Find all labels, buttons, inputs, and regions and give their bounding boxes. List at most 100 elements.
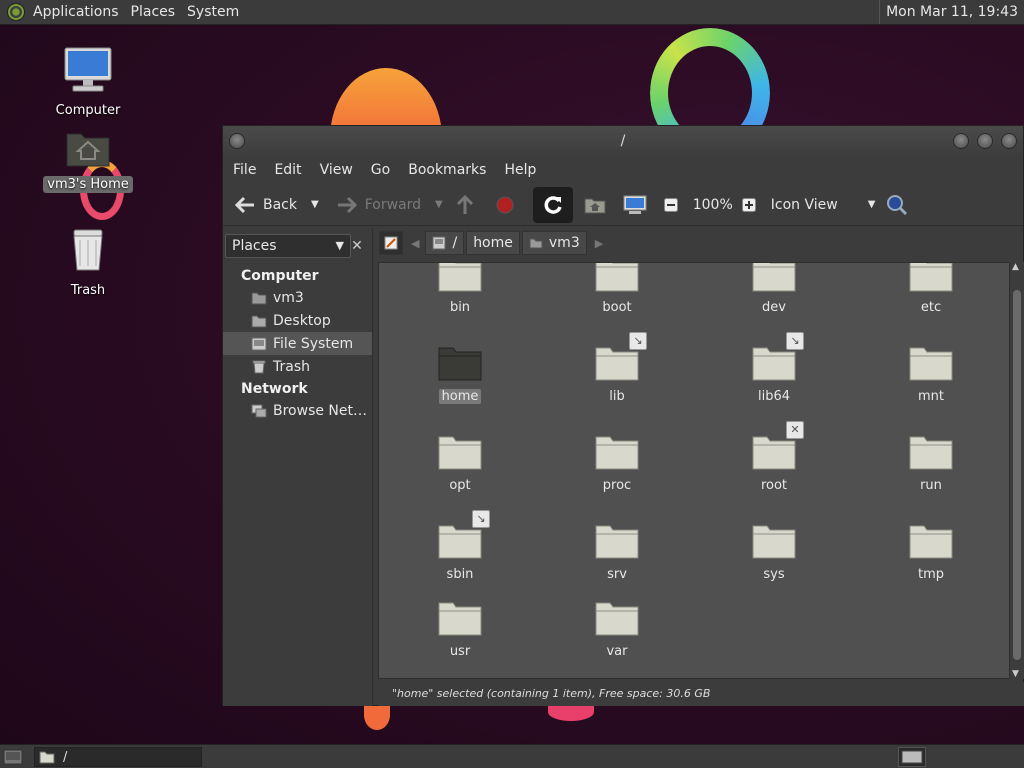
toggle-location-entry-button[interactable] bbox=[379, 231, 403, 255]
zoom-out-button[interactable] bbox=[663, 193, 683, 217]
menu-system[interactable]: System bbox=[187, 4, 247, 20]
sidebar-item-browse-network[interactable]: Browse Net… bbox=[223, 399, 372, 422]
folder-item-sys[interactable]: sys bbox=[719, 522, 829, 582]
folder-item-var[interactable]: var bbox=[562, 599, 672, 659]
folder-item-home[interactable]: home bbox=[405, 344, 515, 404]
close-button[interactable] bbox=[1001, 133, 1017, 149]
menu-bookmarks[interactable]: Bookmarks bbox=[408, 162, 486, 178]
folder-item-boot[interactable]: boot bbox=[562, 263, 672, 315]
breadcrumb-label: vm3 bbox=[548, 235, 580, 251]
close-sidebar-icon[interactable]: ✕ bbox=[345, 234, 369, 258]
breadcrumb-scroll-right-icon[interactable]: ▶ bbox=[595, 237, 603, 250]
folder-name: boot bbox=[602, 300, 632, 315]
home-folder-icon bbox=[583, 193, 607, 217]
folder-item-proc[interactable]: proc bbox=[562, 433, 672, 493]
desktop-icon-trash[interactable]: Trash bbox=[43, 226, 133, 299]
trash-icon bbox=[73, 229, 103, 271]
forward-button[interactable]: Forward ▼ bbox=[335, 193, 443, 217]
stop-button[interactable] bbox=[493, 193, 523, 217]
sidebar-item-trash[interactable]: Trash bbox=[223, 355, 372, 378]
folder-icon bbox=[909, 344, 953, 382]
back-arrow-icon bbox=[233, 193, 257, 217]
breadcrumb-vm3[interactable]: vm3 bbox=[521, 231, 587, 255]
computer-button[interactable] bbox=[623, 193, 653, 217]
folder-item-mnt[interactable]: mnt bbox=[876, 344, 986, 404]
forward-history-dropdown-icon[interactable]: ▼ bbox=[435, 199, 443, 210]
reload-button[interactable] bbox=[532, 186, 573, 223]
trash-icon bbox=[252, 360, 266, 373]
drive-icon bbox=[432, 236, 446, 250]
back-history-dropdown-icon[interactable]: ▼ bbox=[311, 199, 319, 210]
menu-places[interactable]: Places bbox=[131, 4, 184, 20]
folder-item-bin[interactable]: ↘ bin bbox=[405, 263, 515, 315]
no-access-emblem-icon: ✕ bbox=[786, 421, 804, 439]
folder-icon bbox=[438, 599, 482, 637]
vertical-scrollbar[interactable]: ▲ ▼ bbox=[1010, 262, 1024, 679]
sidebar-selector[interactable]: Places ▼ bbox=[225, 234, 351, 258]
sidebar-item-label: Browse Net… bbox=[273, 402, 368, 419]
folder-item-srv[interactable]: srv bbox=[562, 522, 672, 582]
show-desktop-icon[interactable] bbox=[2, 747, 24, 767]
folder-name: lib64 bbox=[757, 389, 791, 404]
forward-label: Forward bbox=[364, 196, 422, 213]
search-button[interactable] bbox=[885, 193, 915, 217]
folder-icon bbox=[909, 522, 953, 560]
menu-edit[interactable]: Edit bbox=[274, 162, 301, 178]
breadcrumb-scroll-left-icon[interactable]: ◀ bbox=[411, 237, 419, 250]
folder-name: dev bbox=[762, 300, 786, 315]
top-panel: Applications Places System Mon Mar 11, 1… bbox=[0, 0, 1024, 25]
title-bar[interactable]: / bbox=[223, 126, 1023, 156]
folder-item-tmp[interactable]: tmp bbox=[876, 522, 986, 582]
scroll-down-icon[interactable]: ▼ bbox=[1012, 669, 1019, 679]
sidebar-item-desktop[interactable]: Desktop bbox=[223, 309, 372, 332]
menu-help[interactable]: Help bbox=[504, 162, 536, 178]
folder-name: lib bbox=[609, 389, 625, 404]
workspace-switcher[interactable] bbox=[898, 747, 926, 767]
computer-icon bbox=[623, 193, 647, 217]
taskbar-item-label: / bbox=[63, 749, 68, 765]
folder-icon bbox=[909, 433, 953, 471]
folder-item-lib64[interactable]: ↘ lib64 bbox=[719, 332, 829, 404]
distro-logo-icon[interactable] bbox=[7, 3, 25, 21]
workspace-icon bbox=[901, 750, 923, 764]
up-button[interactable] bbox=[453, 193, 483, 217]
scrollbar-thumb[interactable] bbox=[1013, 290, 1021, 660]
sidebar-item-filesystem[interactable]: File System bbox=[223, 332, 372, 355]
desktop-folder-icon bbox=[251, 315, 267, 327]
menu-applications[interactable]: Applications bbox=[33, 4, 127, 20]
folder-icon: ↘ bbox=[752, 332, 804, 382]
folder-item-root[interactable]: ✕ root bbox=[719, 421, 829, 493]
folder-item-run[interactable]: run bbox=[876, 433, 986, 493]
folder-item-sbin[interactable]: ↘ sbin bbox=[405, 510, 515, 582]
folder-name: srv bbox=[607, 567, 627, 582]
scroll-up-icon[interactable]: ▲ bbox=[1012, 262, 1019, 272]
breadcrumb-label: / bbox=[452, 235, 458, 251]
folder-item-etc[interactable]: etc bbox=[876, 263, 986, 315]
icon-view[interactable]: ↘ bin boot dev etc home ↘ lib ↘ lib64 mnt opt proc ✕ r… bbox=[378, 262, 1010, 679]
desktop-icon-home[interactable]: vm3's Home bbox=[43, 128, 133, 193]
menu-view[interactable]: View bbox=[320, 162, 353, 178]
minimize-button[interactable] bbox=[953, 133, 969, 149]
taskbar-item-file-manager[interactable]: / bbox=[34, 747, 202, 767]
folder-icon bbox=[595, 263, 639, 293]
folder-item-lib[interactable]: ↘ lib bbox=[562, 332, 672, 404]
folder-name: usr bbox=[449, 644, 471, 659]
zoom-level: 100% bbox=[692, 196, 733, 213]
maximize-button[interactable] bbox=[977, 133, 993, 149]
menu-file[interactable]: File bbox=[233, 162, 256, 178]
folder-item-dev[interactable]: dev bbox=[719, 263, 829, 315]
view-mode-select[interactable]: Icon View ▼ bbox=[771, 197, 876, 213]
menu-go[interactable]: Go bbox=[371, 162, 390, 178]
reload-icon bbox=[544, 195, 562, 214]
sidebar-item-vm3[interactable]: vm3 bbox=[223, 286, 372, 309]
clock[interactable]: Mon Mar 11, 19:43 bbox=[879, 0, 1024, 24]
folder-item-opt[interactable]: opt bbox=[405, 433, 515, 493]
breadcrumb-root[interactable]: / bbox=[425, 231, 465, 255]
home-button[interactable] bbox=[583, 193, 613, 217]
folder-item-usr[interactable]: usr bbox=[405, 599, 515, 659]
desktop-icon-computer[interactable]: Computer bbox=[43, 46, 133, 119]
breadcrumb-home[interactable]: home bbox=[466, 231, 520, 255]
back-button[interactable]: Back ▼ bbox=[233, 193, 319, 217]
zoom-in-button[interactable] bbox=[741, 193, 761, 217]
window-menu-button[interactable] bbox=[229, 133, 245, 149]
